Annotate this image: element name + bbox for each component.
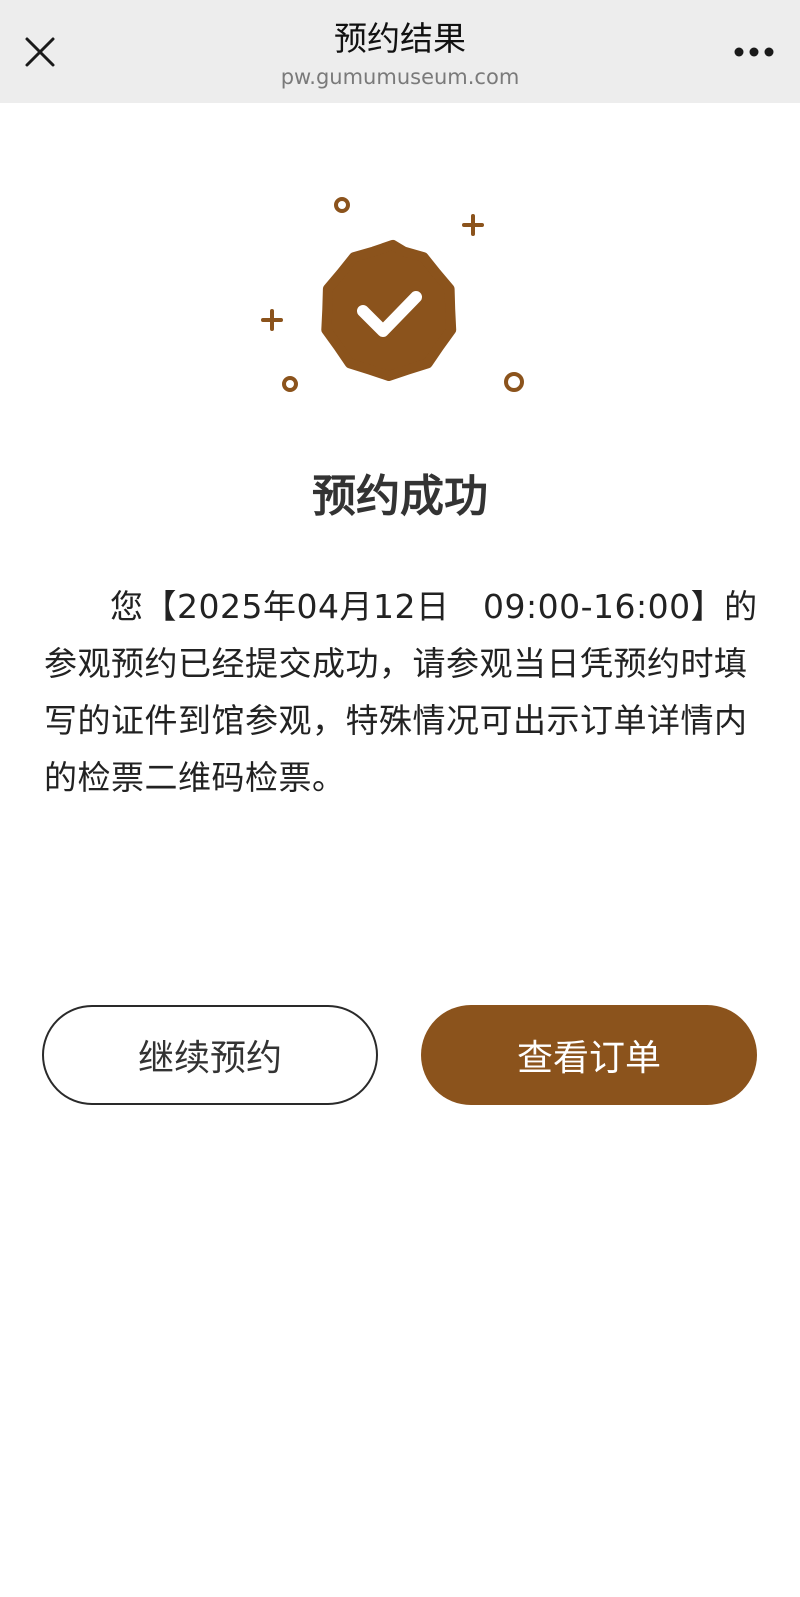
page-url: pw.gumumuseum.com <box>280 65 520 89</box>
decor-circle-icon <box>334 197 350 213</box>
success-title: 预约成功 <box>312 471 488 522</box>
decor-circle-icon <box>282 376 298 392</box>
badge-shape <box>321 239 457 381</box>
close-button[interactable] <box>18 30 62 74</box>
decor-plus-icon <box>261 309 283 331</box>
continue-booking-button[interactable]: 继续预约 <box>42 1005 378 1105</box>
view-order-button[interactable]: 查看订单 <box>421 1005 757 1105</box>
top-bar: 预约结果 pw.gumumuseum.com <box>0 0 800 103</box>
more-icon <box>734 47 774 57</box>
decor-circle-icon <box>504 372 524 392</box>
reservation-message: 您【2025年04月12日 09:00-16:00】的参观预约已经提交成功，请参… <box>44 587 758 797</box>
decor-plus-icon <box>462 214 484 236</box>
page-title: 预约结果 <box>334 19 466 58</box>
check-badge-icon <box>261 197 524 392</box>
more-button[interactable] <box>726 30 782 74</box>
close-icon <box>25 37 55 67</box>
